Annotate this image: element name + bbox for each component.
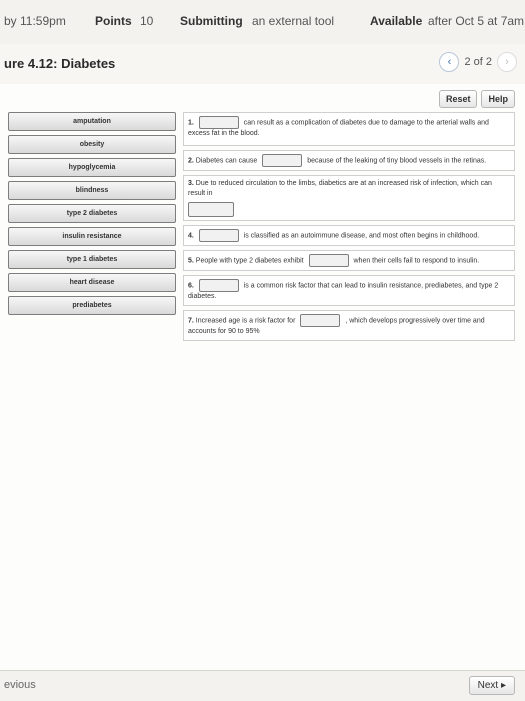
term-prediabetes[interactable]: prediabetes — [8, 296, 176, 315]
available-value: after Oct 5 at 7am — [428, 14, 525, 28]
question-number: 1. — [188, 119, 194, 127]
points-value: 10 — [140, 14, 154, 28]
term-type-2-diabetes[interactable]: type 2 diabetes — [8, 204, 176, 223]
term-hypoglycemia[interactable]: hypoglycemia — [8, 158, 176, 177]
drop-target-3[interactable] — [188, 202, 234, 217]
activity-panel: Reset Help amputation obesity hypoglycem… — [0, 84, 525, 670]
submitting-label: Submitting — [180, 14, 243, 28]
footer-nav: evious Next ▸ — [0, 670, 525, 701]
reset-button[interactable]: Reset — [438, 90, 478, 108]
toolbar: Reset Help — [438, 90, 515, 108]
question-5: 5. People with type 2 diabetes exhibit w… — [183, 250, 515, 271]
pager-text: 2 of 2 — [464, 56, 492, 68]
drop-target-7[interactable] — [300, 314, 341, 327]
previous-link[interactable]: evious — [4, 679, 36, 691]
assignment-meta-bar: by 11:59pm Points 10 Submitting an exter… — [0, 0, 525, 45]
question-number: 4. — [188, 232, 194, 240]
question-number: 2. — [188, 157, 194, 165]
question-number: 6. — [188, 282, 194, 290]
question-text: when their cells fail to respond to insu… — [353, 257, 480, 265]
question-list: 1. can result as a complication of diabe… — [183, 112, 515, 345]
drop-target-6[interactable] — [198, 279, 239, 292]
question-text: Increased age is a risk factor for — [195, 317, 296, 325]
page-title: ure 4.12: Diabetes — [4, 56, 116, 71]
term-amputation[interactable]: amputation — [8, 112, 176, 131]
term-obesity[interactable]: obesity — [8, 135, 176, 154]
title-bar: ure 4.12: Diabetes ‹ 2 of 2 › — [0, 44, 525, 85]
question-number: 5. — [188, 257, 194, 265]
due-time: by 11:59pm — [4, 14, 66, 28]
question-text: because of the leaking of tiny blood ves… — [307, 157, 487, 165]
next-button[interactable]: Next ▸ — [468, 676, 515, 695]
drop-target-4[interactable] — [198, 229, 239, 242]
question-7: 7. Increased age is a risk factor for , … — [183, 310, 515, 341]
chevron-left-icon[interactable]: ‹ — [439, 52, 460, 72]
points-label: Points — [95, 14, 132, 28]
term-type-1-diabetes[interactable]: type 1 diabetes — [8, 250, 176, 269]
submitting-value: an external tool — [252, 14, 335, 28]
question-number: 3. — [188, 180, 194, 187]
question-2: 2. Diabetes can cause because of the lea… — [183, 150, 515, 171]
question-number: 7. — [188, 317, 194, 325]
question-6: 6. is a common risk factor that can lead… — [183, 275, 515, 306]
question-1: 1. can result as a complication of diabe… — [183, 112, 515, 146]
chevron-right-icon[interactable]: › — [497, 52, 517, 72]
question-text: People with type 2 diabetes exhibit — [195, 257, 304, 265]
question-text: Due to reduced circulation to the limbs,… — [188, 180, 492, 197]
question-text: is classified as an autoimmune disease, … — [243, 232, 480, 240]
question-text: Diabetes can cause — [195, 157, 258, 165]
word-bank: amputation obesity hypoglycemia blindnes… — [8, 112, 176, 319]
term-insulin-resistance[interactable]: insulin resistance — [8, 227, 176, 246]
term-blindness[interactable]: blindness — [8, 181, 176, 200]
drop-target-1[interactable] — [198, 116, 239, 129]
question-pager: ‹ 2 of 2 › — [439, 52, 517, 72]
drop-target-2[interactable] — [262, 154, 303, 167]
drop-target-5[interactable] — [308, 254, 349, 267]
term-heart-disease[interactable]: heart disease — [8, 273, 176, 292]
available-label: Available — [370, 14, 423, 28]
question-4: 4. is classified as an autoimmune diseas… — [183, 225, 515, 246]
help-button[interactable]: Help — [481, 90, 515, 108]
question-3: 3. Due to reduced circulation to the lim… — [183, 175, 515, 221]
